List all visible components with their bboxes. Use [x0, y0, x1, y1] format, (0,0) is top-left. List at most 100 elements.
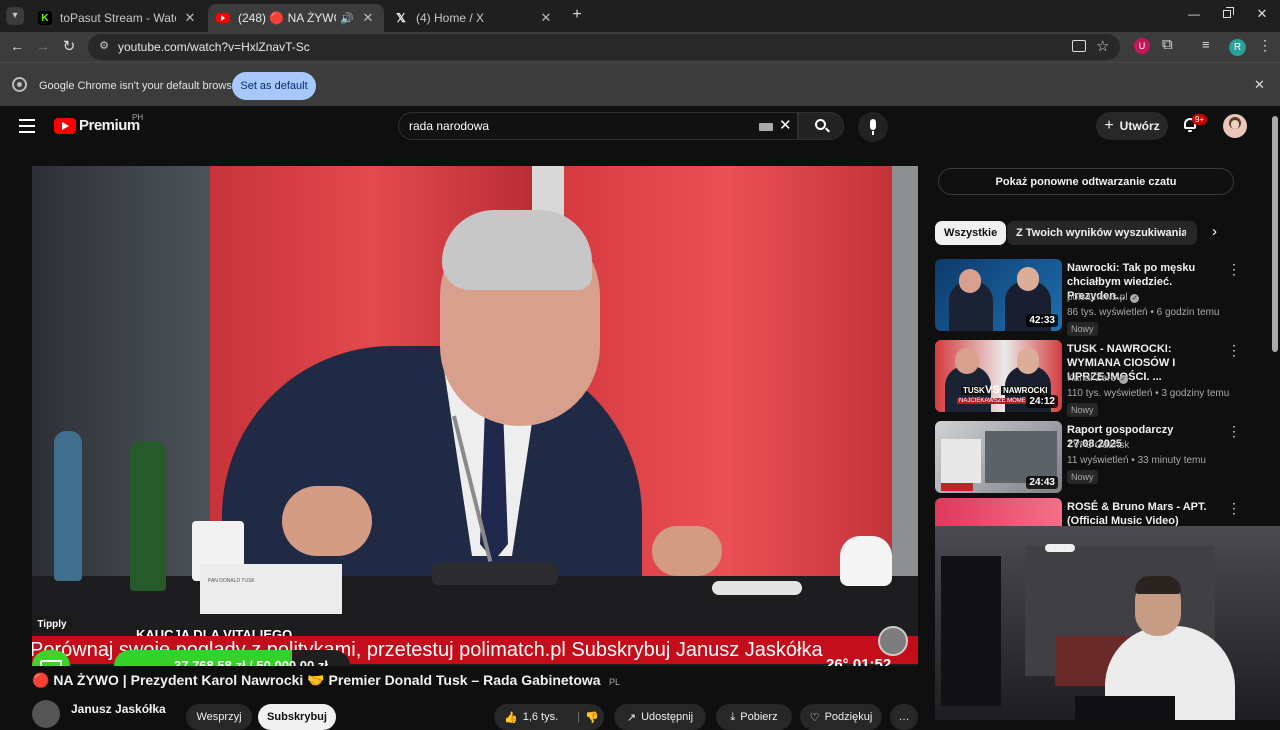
recommendation-menu-icon[interactable]: ⋮ [1227, 342, 1241, 359]
background-pillar [892, 166, 918, 626]
extension-icon[interactable]: U [1134, 38, 1150, 54]
share-button[interactable]: ↗ Udostępnij [614, 704, 706, 730]
recommendation-thumbnail[interactable]: 42:33 [935, 259, 1062, 331]
cast-icon[interactable] [1072, 40, 1086, 52]
tipply-label: Tipply [32, 616, 72, 632]
speaker-icon[interactable]: 🔊 [340, 12, 354, 25]
set-as-default-button[interactable]: Set as default [232, 72, 316, 100]
tab-search-button[interactable]: ▾ [6, 7, 24, 25]
support-button[interactable]: Wesprzyj [186, 704, 252, 730]
infobar-message: Google Chrome isn't your default browser [39, 80, 242, 92]
address-bar[interactable]: ⚙ youtube.com/watch?v=HxlZnavT-Sc ☆ [88, 34, 1120, 60]
hand-left [282, 486, 372, 556]
hair [442, 210, 592, 290]
hand-right [652, 526, 722, 576]
like-icon[interactable]: 👍 [504, 711, 518, 724]
user-avatar[interactable] [1223, 114, 1247, 138]
tab-x[interactable]: 𝕏 (4) Home / X ✕ [386, 4, 562, 32]
tab-close-icon[interactable]: ✕ [182, 10, 198, 26]
dislike-icon[interactable]: 👎 [585, 711, 599, 724]
back-icon[interactable]: ← [8, 38, 26, 54]
subscribe-button[interactable]: Subskrybuj [258, 704, 336, 730]
share-label: Udostępnij [641, 711, 694, 723]
download-button[interactable]: ⤓ Pobierz [716, 704, 792, 730]
recommendation-card[interactable]: 24:43 Raport gospodarczy 27.08.2025 TVP3… [935, 421, 1241, 493]
recommendation-thumbnail[interactable] [935, 498, 1062, 526]
recommendation-thumbnail[interactable]: TUSK VS NAWROCKI NAJCIEKAWSZE MOME 24:12 [935, 340, 1062, 412]
page-scrollbar[interactable] [1272, 116, 1278, 352]
like-count[interactable]: 1,6 tys. [523, 711, 558, 723]
site-info-icon[interactable]: ⚙ [97, 39, 111, 53]
youtube-logo-icon[interactable] [54, 118, 76, 134]
tab-youtube[interactable]: (248) 🔴 NA ŻYWO | Prezyd 🔊 ✕ [208, 4, 384, 32]
video-player[interactable]: PAN DONALD TUSK Tipply KAUCJA DLA VITALI… [32, 166, 918, 666]
chip-from-search[interactable]: Z Twoich wyników wyszukiwania [1007, 221, 1197, 245]
hamburger-menu-icon[interactable] [19, 119, 35, 133]
donation-goal-bar: 37 768,58 zł / 50 000,00 zł [114, 650, 350, 666]
microphone-base [432, 563, 558, 585]
forward-icon[interactable]: → [34, 38, 52, 54]
share-icon: ↗ [626, 711, 637, 724]
recommendation-meta: 11 wyświetleń • 33 minuty temu [1067, 455, 1206, 466]
channel-watermark-icon [878, 626, 908, 656]
cisowianka-bottle [130, 441, 166, 591]
more-actions-button[interactable]: … [890, 704, 918, 730]
channel-name[interactable]: Janusz Jaskółka [71, 702, 166, 716]
recommendation-menu-icon[interactable]: ⋮ [1227, 500, 1235, 517]
streamer-hair [1135, 576, 1181, 594]
tab-close-icon[interactable]: ✕ [360, 10, 376, 26]
notifications-badge: 9+ [1192, 114, 1208, 125]
create-button[interactable]: + Utwórz [1096, 112, 1168, 140]
chips-next-chevron-icon[interactable]: › [1212, 223, 1217, 240]
donation-goal-amount: 37 768,58 zł / 50 000,00 zł [174, 658, 328, 666]
minimize-icon[interactable]: — [1184, 7, 1204, 21]
bookmark-star-icon[interactable]: ☆ [1096, 37, 1109, 55]
youtube-page: Premium PH rada narodowa ✕ + Utwórz 9+ P… [0, 106, 1280, 730]
browser-toolbar: ← → ↻ ⚙ youtube.com/watch?v=HxlZnavT-Sc … [0, 32, 1280, 62]
extensions-puzzle-icon[interactable]: ⧉ [1162, 36, 1173, 53]
profile-avatar[interactable]: R [1229, 39, 1246, 56]
recommendation-card[interactable]: 42:33 Nawrocki: Tak po męsku chciałbym w… [935, 259, 1241, 336]
window-close-icon[interactable]: ✕ [1254, 6, 1270, 22]
restore-icon[interactable] [1220, 5, 1236, 21]
thanks-button[interactable]: ♡ Podziękuj [800, 704, 882, 730]
clear-search-icon[interactable]: ✕ [779, 116, 792, 134]
recommendation-card[interactable]: TUSK VS NAWROCKI NAJCIEKAWSZE MOME 24:12… [935, 340, 1241, 417]
chip-next-partial[interactable] [1186, 221, 1196, 245]
keyboard-icon[interactable] [759, 123, 773, 131]
recommendation-card[interactable]: ROSÉ & Bruno Mars - APT. (Official Music… [935, 498, 1235, 526]
channel-avatar[interactable] [32, 700, 60, 728]
chip-all[interactable]: Wszystkie [935, 221, 1007, 245]
verified-icon: ✓ [1130, 294, 1140, 303]
recommendation-menu-icon[interactable]: ⋮ [1227, 423, 1241, 440]
default-browser-infobar: Google Chrome isn't your default browser… [0, 62, 1280, 106]
thanks-label: Podziękuj [824, 711, 873, 723]
tab-kick[interactable]: K toPasut Stream - Watch Live on ✕ [30, 4, 206, 32]
infobar-close-icon[interactable]: ✕ [1254, 77, 1265, 93]
webcam-overlay [935, 526, 1280, 720]
video-duration: 24:12 [1026, 395, 1058, 408]
name-card-text: PAN DONALD TUSK [208, 578, 255, 584]
weather-clock: 26° 01:52 [826, 656, 892, 666]
download-icon: ⤓ [730, 710, 736, 723]
search-input[interactable]: rada narodowa ✕ [398, 112, 798, 140]
recommendation-meta: 86 tys. wyświetleń • 6 godzin temu [1067, 307, 1220, 318]
search-button[interactable] [798, 112, 844, 140]
recommendation-thumbnail[interactable]: 24:43 [935, 421, 1062, 493]
tab-close-icon[interactable]: ✕ [538, 10, 554, 26]
youtube-logo-text: Premium [79, 117, 140, 134]
chat-replay-button[interactable]: Pokaż ponowne odtwarzanie czatu [938, 168, 1234, 195]
chrome-logo-icon [12, 77, 27, 92]
chrome-menu-icon[interactable]: ⋮ [1258, 37, 1272, 54]
voice-search-button[interactable] [858, 112, 888, 142]
recommendation-channel: polsatnews.pl ✓ [1067, 292, 1140, 303]
new-tab-button[interactable]: + [568, 6, 586, 24]
recommendation-menu-icon[interactable]: ⋮ [1227, 261, 1241, 278]
recommendation-channel: TVP3 Gdańsk [1067, 440, 1130, 451]
x-favicon-icon: 𝕏 [396, 11, 406, 25]
video-duration: 24:43 [1026, 476, 1058, 489]
verified-icon: ✓ [1118, 375, 1128, 384]
recommendation-title[interactable]: ROSÉ & Bruno Mars - APT. (Official Music… [1067, 500, 1217, 526]
reading-list-icon[interactable]: ≡ [1202, 37, 1210, 52]
reload-icon[interactable]: ↻ [60, 37, 78, 55]
